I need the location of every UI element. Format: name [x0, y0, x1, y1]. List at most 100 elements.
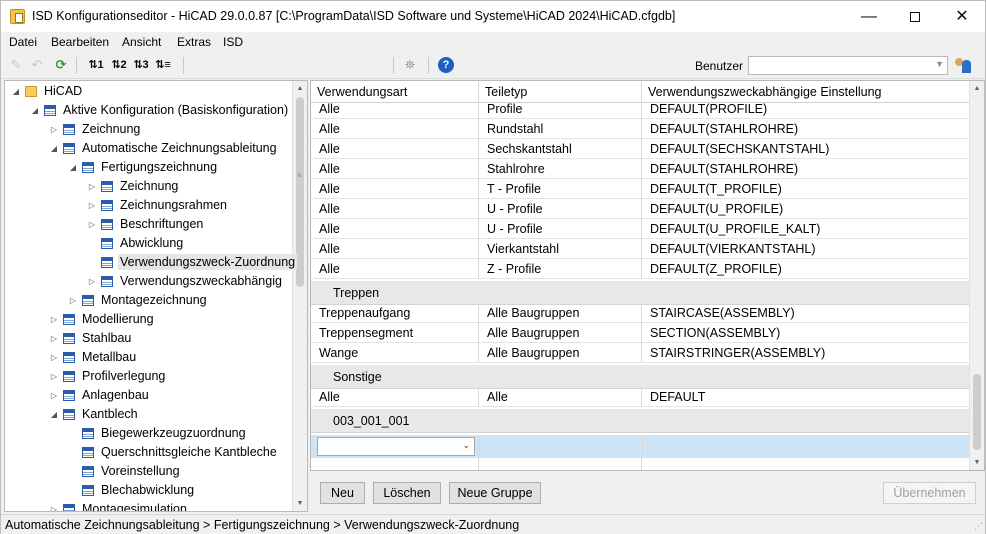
tree-item[interactable]: ▷ Zeichnungsrahmen	[87, 196, 229, 215]
tree-item[interactable]: ▷ Verwendungszweckabhängig	[87, 272, 284, 291]
minimize-button[interactable]: —	[846, 1, 892, 32]
table-cell[interactable]: Alle	[311, 179, 479, 199]
table-cell[interactable]: Profile	[479, 99, 642, 119]
expand-icon[interactable]: ▷	[87, 196, 97, 215]
splitter-grip-icon[interactable]: ≡	[297, 171, 303, 180]
collapse-icon[interactable]: ◢	[30, 101, 40, 120]
collapse-icon[interactable]: ◢	[68, 158, 78, 177]
table-row[interactable]	[311, 458, 971, 470]
table-cell[interactable]: DEFAULT(STAHLROHRE)	[642, 159, 971, 179]
collapse-icon[interactable]: ◢	[11, 82, 21, 101]
expand-icon[interactable]: ▷	[49, 329, 59, 348]
table-cell[interactable]: Alle Baugruppen	[479, 343, 642, 363]
tree-item[interactable]: ▷ Anlagenbau	[49, 386, 151, 405]
tree-item[interactable]: ▷ Stahlbau	[49, 329, 133, 348]
table-cell[interactable]: DEFAULT(U_PROFILE)	[642, 199, 971, 219]
tree-item[interactable]: ▷ Montagesimulation	[49, 500, 189, 511]
tree-item[interactable]: ▷ Beschriftungen	[87, 215, 205, 234]
table-row[interactable]: Alle Rundstahl DEFAULT(STAHLROHRE)	[311, 119, 971, 139]
expand-icon[interactable]: ▷	[49, 367, 59, 386]
tree-item[interactable]: Voreinstellung	[68, 462, 182, 481]
table-cell[interactable]: DEFAULT(VIERKANTSTAHL)	[642, 239, 971, 259]
table-row[interactable]: Alle Sechskantstahl DEFAULT(SECHSKANTSTAHL…	[311, 139, 971, 159]
table-cell[interactable]: Alle	[311, 387, 479, 407]
scroll-down-icon[interactable]: ▼	[293, 496, 307, 511]
scroll-up-icon[interactable]: ▲	[293, 81, 307, 96]
table-cell[interactable]: STAIRSTRINGER(ASSEMBLY)	[642, 343, 971, 363]
tree-item[interactable]: ◢ Fertigungszeichnung	[68, 158, 219, 177]
table-row[interactable]: Alle Z - Profile DEFAULT(Z_PROFILE)	[311, 259, 971, 279]
group-header[interactable]: Sonstige	[311, 365, 971, 389]
table-row[interactable]: Alle U - Profile DEFAULT(U_PROFILE_KALT)	[311, 219, 971, 239]
table-cell[interactable]: Alle	[311, 99, 479, 119]
table-cell[interactable]: Treppenaufgang	[311, 303, 479, 323]
level1-icon[interactable]: ⇅1	[87, 56, 105, 74]
resize-grip-icon[interactable]: ⋰	[974, 521, 983, 532]
expand-icon[interactable]: ▷	[49, 120, 59, 139]
scroll-thumb[interactable]	[296, 97, 304, 287]
tree-item[interactable]: Querschnittsgleiche Kantbleche	[68, 443, 279, 462]
table-cell[interactable]: Alle	[311, 219, 479, 239]
tree-item[interactable]: ◢ Automatische Zeichnungsableitung	[49, 139, 279, 158]
tree-item[interactable]: ▷ Montagezeichnung	[68, 291, 209, 310]
table-row[interactable]: Alle U - Profile DEFAULT(U_PROFILE)	[311, 199, 971, 219]
table-cell[interactable]: DEFAULT(STAHLROHRE)	[642, 119, 971, 139]
collapse-icon[interactable]: ◢	[49, 405, 59, 424]
table-cell[interactable]: Alle	[479, 387, 642, 407]
binoculars-icon[interactable]: ⛯	[401, 56, 419, 74]
tree-item[interactable]: ▷ Metallbau	[49, 348, 138, 367]
undo-icon[interactable]: ↶	[28, 56, 46, 74]
table-row[interactable]: Alle Alle DEFAULT	[311, 387, 971, 407]
level2-icon[interactable]: ⇅2	[110, 56, 128, 74]
benutzer-select[interactable]: ▼	[748, 56, 948, 75]
group-header[interactable]: 003_001_001	[311, 409, 971, 433]
tree-item[interactable]: Verwendungszweck-Zuordnung	[87, 253, 298, 272]
help-icon[interactable]: ?	[438, 57, 454, 73]
table-cell[interactable]: Alle	[311, 259, 479, 279]
expand-icon[interactable]: ▷	[49, 500, 59, 511]
close-button[interactable]: ✕	[939, 1, 985, 32]
neue-gruppe-button[interactable]: Neue Gruppe	[449, 482, 541, 504]
table-row[interactable]: Alle T - Profile DEFAULT(T_PROFILE)	[311, 179, 971, 199]
menu-isd[interactable]: ISD	[223, 35, 243, 49]
table-cell[interactable]: DEFAULT	[642, 387, 971, 407]
table-cell[interactable]: Alle Baugruppen	[479, 303, 642, 323]
expand-icon[interactable]: ▷	[68, 291, 78, 310]
table-row[interactable]: Wange Alle Baugruppen STAIRSTRINGER(ASSEMB…	[311, 343, 971, 363]
table-cell[interactable]	[311, 458, 479, 470]
table-cell[interactable]: U - Profile	[479, 219, 642, 239]
table-cell[interactable]	[479, 458, 642, 470]
table-row[interactable]: Alle Vierkantstahl DEFAULT(VIERKANTSTAHL)	[311, 239, 971, 259]
expand-icon[interactable]: ▷	[49, 310, 59, 329]
uebernehmen-button[interactable]: Übernehmen	[883, 482, 976, 504]
table-cell[interactable]: T - Profile	[479, 179, 642, 199]
menu-bearbeiten[interactable]: Bearbeiten	[51, 35, 109, 49]
new-row[interactable]: ⌄	[311, 435, 971, 458]
table-cell[interactable]: Alle	[311, 239, 479, 259]
expand-icon[interactable]: ▷	[87, 177, 97, 196]
table-cell[interactable]	[642, 458, 971, 470]
refresh-icon[interactable]: ⟳	[52, 56, 70, 74]
table-cell[interactable]: Alle	[311, 139, 479, 159]
menu-extras[interactable]: Extras	[177, 35, 211, 49]
tree-item[interactable]: Biegewerkzeugzuordnung	[68, 424, 248, 443]
table-row[interactable]: Alle Profile DEFAULT(PROFILE)	[311, 99, 971, 119]
tree-item[interactable]: ▷ Profilverlegung	[49, 367, 167, 386]
table-cell[interactable]: DEFAULT(SECHSKANTSTAHL)	[642, 139, 971, 159]
scroll-up-icon[interactable]: ▲	[970, 81, 984, 96]
table-cell[interactable]: Sechskantstahl	[479, 139, 642, 159]
maximize-button[interactable]	[892, 1, 938, 32]
table-cell[interactable]: Rundstahl	[479, 119, 642, 139]
level-all-icon[interactable]: ⇅≡	[154, 56, 172, 74]
assignment-grid[interactable]: Verwendungsart Teiletyp Verwendungszweck…	[310, 80, 985, 471]
verwendungsart-combo[interactable]: ⌄	[317, 437, 475, 456]
expand-icon[interactable]: ▷	[49, 386, 59, 405]
table-cell[interactable]: U - Profile	[479, 199, 642, 219]
grid-scrollbar[interactable]: ▲ ▼	[969, 81, 984, 470]
table-cell[interactable]: Alle	[311, 159, 479, 179]
tree-item[interactable]: Abwicklung	[87, 234, 185, 253]
table-cell[interactable]: Wange	[311, 343, 479, 363]
tree-item[interactable]: ◢ HiCAD	[11, 82, 84, 101]
tree-item[interactable]: ▷ Modellierung	[49, 310, 156, 329]
tree-scrollbar[interactable]: ▲ ▼	[292, 81, 307, 511]
